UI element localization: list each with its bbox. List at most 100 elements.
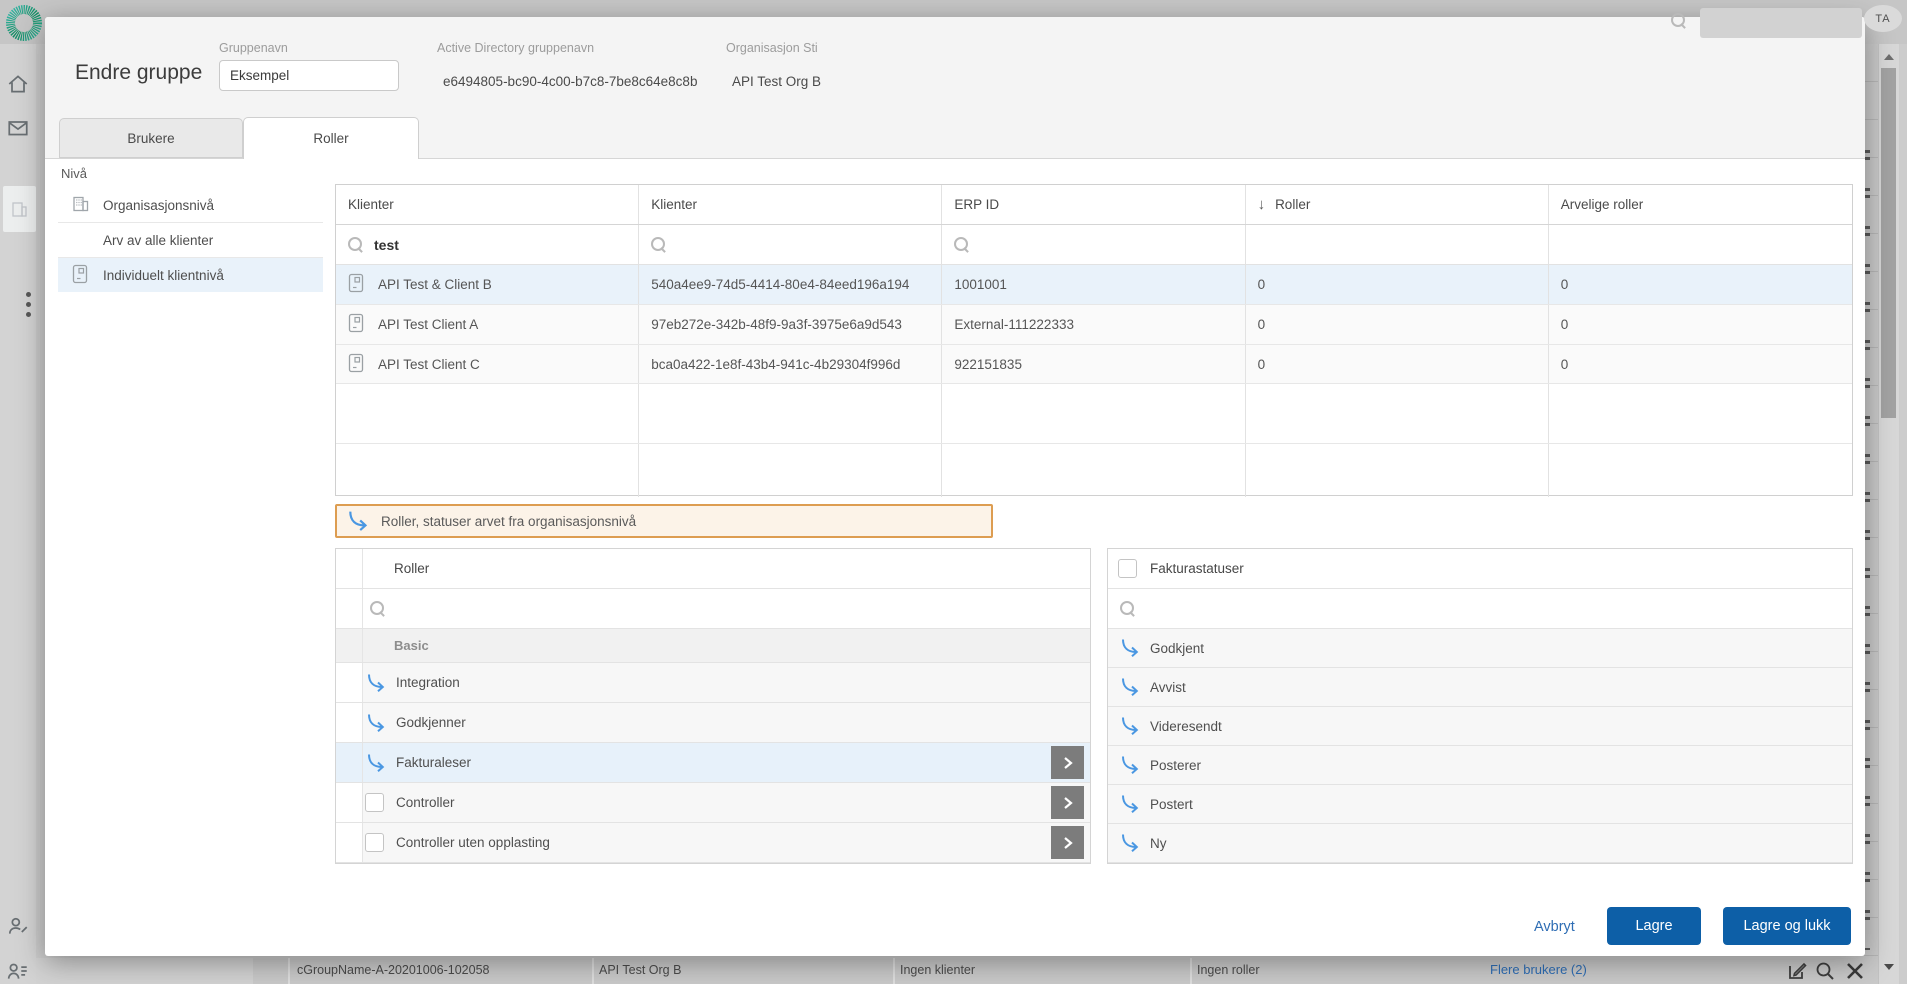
inherit-arrow-icon xyxy=(366,714,386,732)
column-header-roller[interactable]: ↓Roller xyxy=(1246,185,1549,224)
bottom-row-cell-group-name: cGroupName-A-20201006-102058 xyxy=(297,963,490,977)
ad-group-name-value: e6494805-bc90-4c00-b7c8-7be8c64e8c8b xyxy=(443,74,697,89)
status-item-godkjent[interactable]: Godkjent xyxy=(1108,629,1852,668)
home-icon[interactable] xyxy=(6,72,30,96)
users-list-icon[interactable] xyxy=(6,959,30,983)
column-header-arvelige-roller[interactable]: Arvelige roller xyxy=(1549,185,1852,224)
client-name: API Test & Client B xyxy=(378,277,492,292)
client-icon xyxy=(348,353,364,376)
filter-klienter-2[interactable] xyxy=(639,225,942,264)
client-name: API Test Client A xyxy=(378,317,478,332)
client-icon xyxy=(72,264,90,287)
filter-value: test xyxy=(374,237,399,253)
edit-group-dialog: Endre gruppe Gruppenavn Active Directory… xyxy=(45,17,1865,956)
column-header-klienter-1[interactable]: Klienter xyxy=(336,185,639,224)
checkbox-gutter xyxy=(336,629,363,662)
status-item-videresendt[interactable]: Videresendt xyxy=(1108,707,1852,746)
status-label: Avvist xyxy=(1150,680,1186,695)
client-name: API Test Client C xyxy=(378,357,480,372)
nav-item-arv-av-alle-klienter[interactable]: Arv av alle klienter xyxy=(58,223,323,258)
checkbox-gutter xyxy=(336,663,363,702)
topbar-search-icon[interactable] xyxy=(1671,13,1687,34)
bottom-row-cell-clients: Ingen klienter xyxy=(900,963,975,977)
status-label: Ny xyxy=(1150,836,1167,851)
inherit-arrow-icon xyxy=(1120,639,1140,657)
user-edit-icon[interactable] xyxy=(6,914,30,938)
status-label: Godkjent xyxy=(1150,641,1204,656)
search-icon[interactable] xyxy=(1814,960,1836,984)
brand-logo[interactable] xyxy=(4,3,44,48)
filter-erp-id[interactable] xyxy=(942,225,1245,264)
role-item-controller-uten-opplasting[interactable]: Controller uten opplasting xyxy=(336,823,1090,863)
group-name-input[interactable] xyxy=(219,60,399,91)
tab-brukere[interactable]: Brukere xyxy=(59,118,243,158)
client-row[interactable]: API Test & Client B 540a4ee9-74d5-4414-8… xyxy=(336,265,1852,305)
column-header-klienter-2[interactable]: Klienter xyxy=(639,185,942,224)
save-button[interactable]: Lagre xyxy=(1607,907,1701,945)
scrollbar-up-arrow[interactable] xyxy=(1884,54,1894,60)
clients-table-filter-row: test xyxy=(336,225,1852,265)
client-ad-id: 540a4ee9-74d5-4414-80e4-84eed196a194 xyxy=(639,265,942,304)
expand-role-button[interactable] xyxy=(1051,826,1084,859)
roles-search-row[interactable] xyxy=(336,589,1090,629)
close-icon[interactable] xyxy=(1844,960,1866,984)
client-roles-count: 0 xyxy=(1246,345,1549,383)
cancel-button[interactable]: Avbryt xyxy=(1534,919,1575,935)
role-checkbox[interactable] xyxy=(365,833,384,852)
inherit-arrow-icon xyxy=(1120,756,1140,774)
roles-panel: Roller Basic Integration Godkjenner xyxy=(335,548,1091,864)
status-item-postert[interactable]: Postert xyxy=(1108,785,1852,824)
role-label: Integration xyxy=(396,675,460,690)
search-icon xyxy=(651,237,667,253)
role-item-controller[interactable]: Controller xyxy=(336,783,1090,823)
topbar-search-field[interactable] xyxy=(1700,8,1862,38)
status-item-avvist[interactable]: Avvist xyxy=(1108,668,1852,707)
status-label: Posterer xyxy=(1150,758,1201,773)
expand-role-button[interactable] xyxy=(1051,786,1084,819)
status-item-posterer[interactable]: Posterer xyxy=(1108,746,1852,785)
avatar[interactable]: TA xyxy=(1864,5,1902,32)
client-row[interactable]: API Test Client C bca0a422-1e8f-43b4-941… xyxy=(336,345,1852,384)
roles-group-basic: Basic xyxy=(336,629,1090,663)
mail-icon[interactable] xyxy=(6,116,30,140)
edit-icon[interactable] xyxy=(1786,960,1808,984)
bottom-row-separator xyxy=(1190,958,1192,984)
nav-item-organisasjonsniva[interactable]: Organisasjonsnivå xyxy=(58,188,323,223)
expand-role-button[interactable] xyxy=(1051,746,1084,779)
invoice-statuses-panel: Fakturastatuser Godkjent Avvist Viderese… xyxy=(1107,548,1853,864)
nav-item-label: Arv av alle klienter xyxy=(103,233,213,248)
role-checkbox[interactable] xyxy=(365,793,384,812)
search-icon xyxy=(348,237,364,253)
scrollbar-thumb[interactable] xyxy=(1881,68,1896,418)
role-label: Godkjenner xyxy=(396,715,466,730)
client-erp-id: External-111222333 xyxy=(942,305,1245,344)
filter-klienter-1[interactable]: test xyxy=(336,225,639,264)
status-label: Postert xyxy=(1150,797,1193,812)
background-bottom-row xyxy=(253,958,1878,984)
organization-icon xyxy=(72,195,90,216)
client-ad-id: bca0a422-1e8f-43b4-941c-4b29304f996d xyxy=(639,345,942,383)
tab-roller[interactable]: Roller xyxy=(243,117,419,159)
nav-item-individuelt-klientniva[interactable]: Individuelt klientnivå xyxy=(58,258,323,292)
inherit-arrow-icon xyxy=(1120,678,1140,696)
clients-table: Klienter Klienter ERP ID ↓Roller Arvelig… xyxy=(335,184,1853,496)
nav-item-label: Organisasjonsnivå xyxy=(103,198,214,213)
statuses-search-row[interactable] xyxy=(1108,589,1852,629)
inherit-arrow-icon xyxy=(347,511,369,531)
client-ad-id: 97eb272e-342b-48f9-9a3f-3975e6a9d543 xyxy=(639,305,942,344)
checkbox-gutter xyxy=(336,743,363,782)
search-icon xyxy=(954,237,970,253)
role-item-godkjenner[interactable]: Godkjenner xyxy=(336,703,1090,743)
role-item-fakturaleser[interactable]: Fakturaleser xyxy=(336,743,1090,783)
status-item-ny[interactable]: Ny xyxy=(1108,824,1852,863)
search-icon xyxy=(1120,601,1136,617)
column-header-erp-id[interactable]: ERP ID xyxy=(942,185,1245,224)
statuses-select-all-checkbox[interactable] xyxy=(1118,559,1137,578)
more-users-link[interactable]: Flere brukere (2) xyxy=(1490,962,1587,977)
client-row[interactable]: API Test Client A 97eb272e-342b-48f9-9a3… xyxy=(336,305,1852,345)
scrollbar-down-arrow[interactable] xyxy=(1884,964,1894,970)
kebab-menu-icon[interactable] xyxy=(26,292,32,322)
save-and-close-button[interactable]: Lagre og lukk xyxy=(1723,907,1851,945)
role-item-integration[interactable]: Integration xyxy=(336,663,1090,703)
client-erp-id: 922151835 xyxy=(942,345,1245,383)
